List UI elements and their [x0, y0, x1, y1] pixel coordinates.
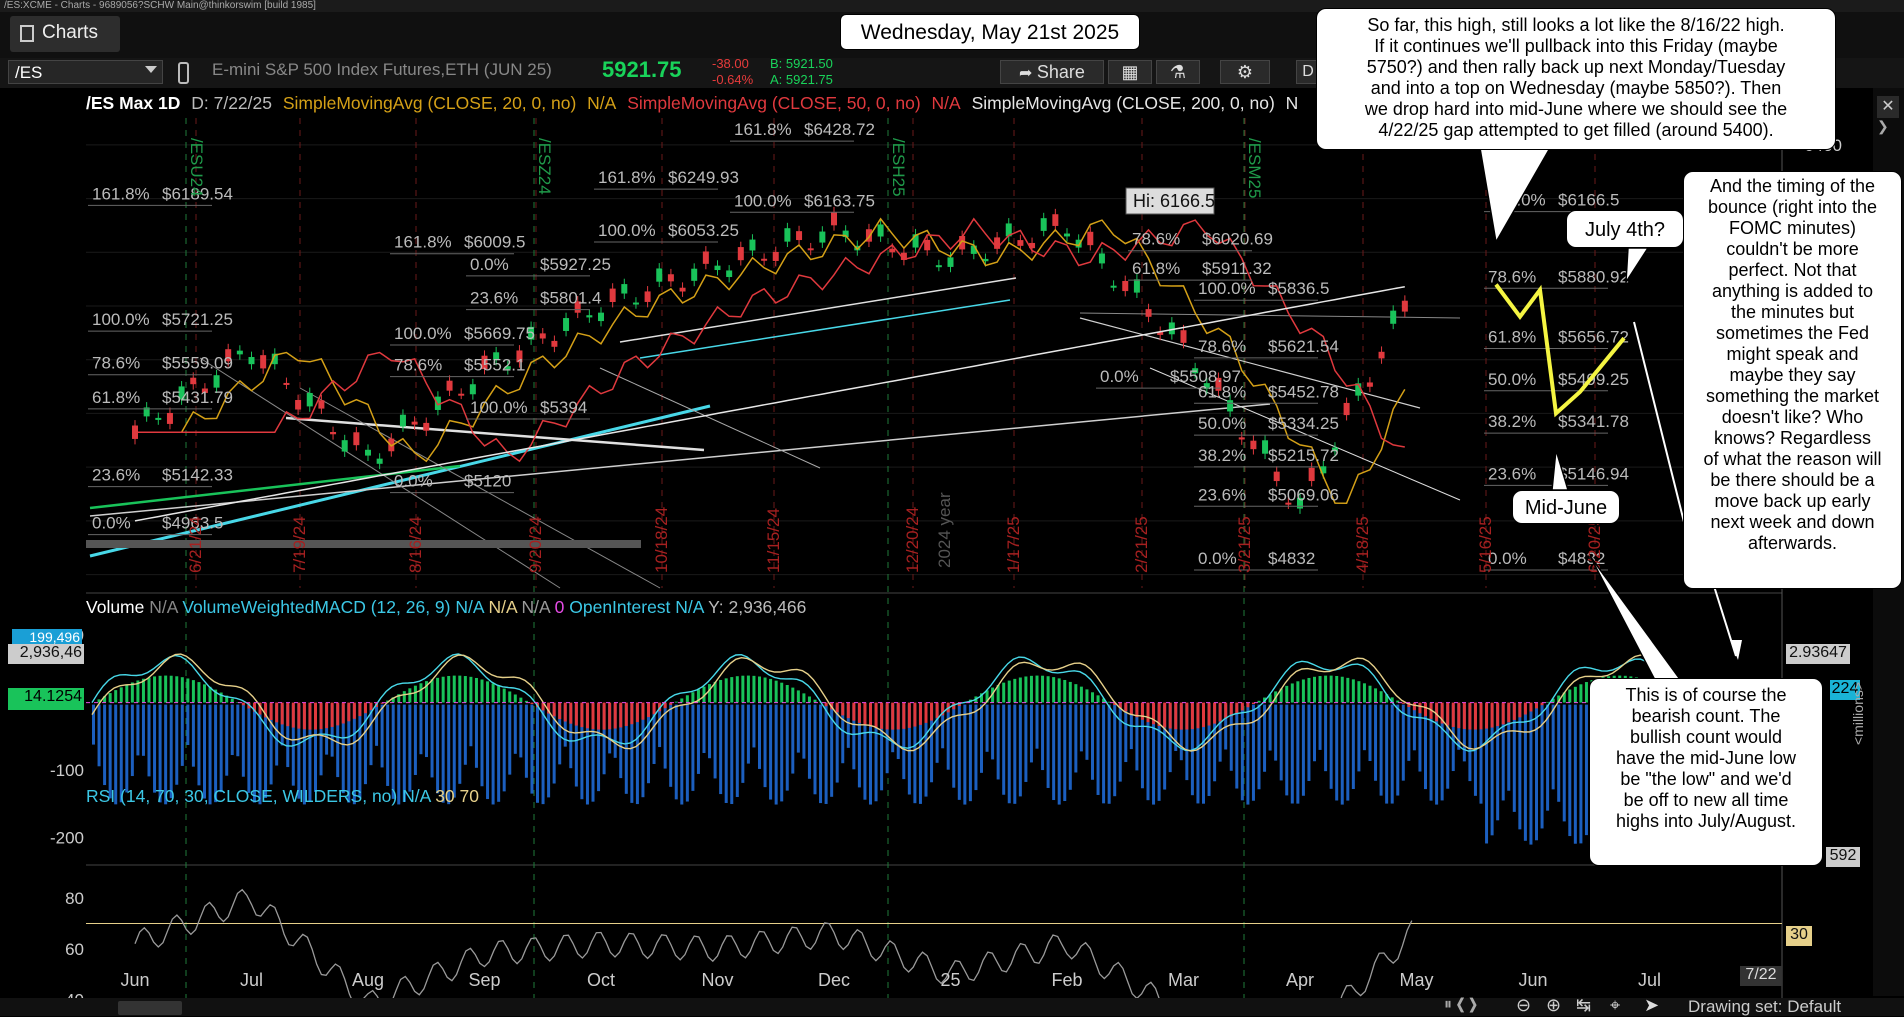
timing-line: afterwards. — [1688, 533, 1897, 554]
bearish-line: This is of course the — [1596, 685, 1816, 706]
main-callout-line: we drop hard into mid-June where we shou… — [1323, 99, 1829, 120]
bearish-line: bullish count would — [1596, 727, 1816, 748]
midjune-pointer — [1552, 450, 1568, 490]
timing-line: move back up early — [1688, 491, 1897, 512]
timing-arrowhead — [1730, 640, 1742, 660]
timing-line: anything is added to — [1688, 281, 1897, 302]
timing-line: sometimes the Fed — [1688, 323, 1897, 344]
timing-line: And the timing of the — [1688, 176, 1897, 197]
bearish-callout: This is of course the bearish count. The… — [1589, 678, 1823, 866]
july-callout: July 4th? — [1566, 210, 1684, 248]
timing-callout: And the timing of the bounce (right into… — [1683, 171, 1902, 589]
timing-line: couldn't be more — [1688, 239, 1897, 260]
bearish-line: bearish count. The — [1596, 706, 1816, 727]
timing-line: of what the reason will — [1688, 449, 1897, 470]
main-callout-line: So far, this high, still looks a lot lik… — [1323, 15, 1829, 36]
bearish-line: be off to new all time — [1596, 790, 1816, 811]
timing-line: might speak and — [1688, 344, 1897, 365]
main-callout-line: and into a top on Wednesday (maybe 5850?… — [1323, 78, 1829, 99]
timing-line: FOMC minutes) — [1688, 218, 1897, 239]
timing-line: maybe they say — [1688, 365, 1897, 386]
timing-line: be there should be a — [1688, 470, 1897, 491]
main-callout-line: If it continues we'll pullback into this… — [1323, 36, 1829, 57]
bearish-line: be "the low" and we'd — [1596, 769, 1816, 790]
july-pointer — [1626, 248, 1648, 282]
main-callout-pointer — [1480, 148, 1550, 242]
bearish-line: have the mid-June low — [1596, 748, 1816, 769]
main-callout-line: 4/22/25 gap attempted to get filled (aro… — [1323, 120, 1829, 141]
main-callout-line: 5750?) and then rally back up next Monda… — [1323, 57, 1829, 78]
timing-line: something the market — [1688, 386, 1897, 407]
timing-line: doesn't like? Who — [1688, 407, 1897, 428]
timing-line: next week and down — [1688, 512, 1897, 533]
timing-line: perfect. Not that — [1688, 260, 1897, 281]
bearish-line: highs into July/August. — [1596, 811, 1816, 832]
midjune-callout: Mid-June — [1512, 490, 1620, 524]
timing-line: the minutes but — [1688, 302, 1897, 323]
timing-line: bounce (right into the — [1688, 197, 1897, 218]
timing-line: knows? Regardless — [1688, 428, 1897, 449]
bearish-pointer — [1590, 556, 1682, 682]
main-callout: So far, this high, still looks a lot lik… — [1316, 8, 1836, 150]
